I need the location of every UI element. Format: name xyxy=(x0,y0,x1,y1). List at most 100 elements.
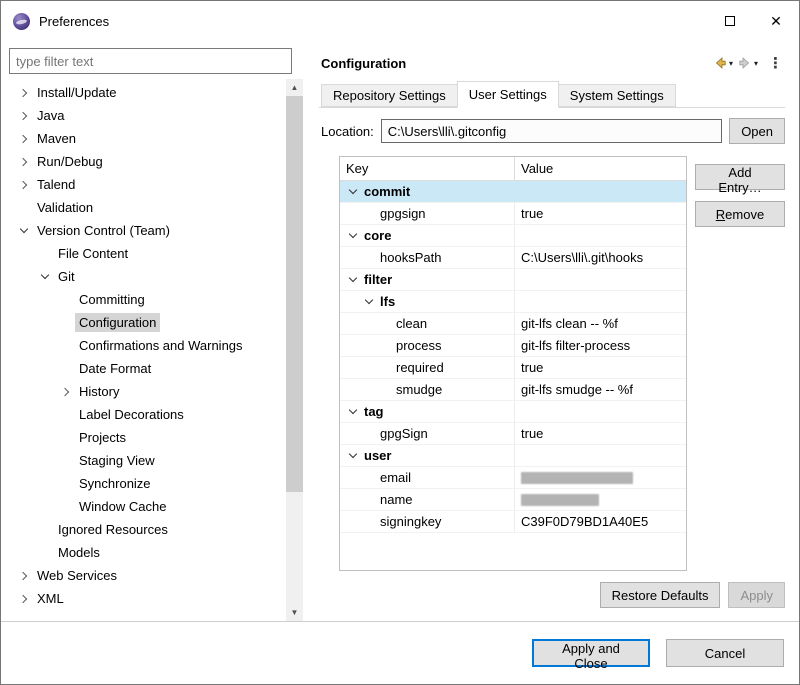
back-dropdown-icon[interactable]: ▾ xyxy=(729,59,733,68)
tree-item-git[interactable]: Git xyxy=(9,265,286,288)
chevron-down-icon[interactable] xyxy=(344,271,362,289)
twisty-spacer xyxy=(57,452,75,470)
tree-item-install-update[interactable]: Install/Update xyxy=(9,81,286,104)
tree-scrollbar[interactable]: ▲ ▼ xyxy=(286,79,303,621)
window-controls: ✕ xyxy=(707,1,799,41)
table-row-name[interactable]: name xyxy=(340,489,686,511)
value-cell: true xyxy=(515,203,686,224)
chevron-down-icon[interactable] xyxy=(344,403,362,421)
maximize-button[interactable] xyxy=(707,1,753,41)
value-cell xyxy=(515,489,686,510)
tree-item-run-debug[interactable]: Run/Debug xyxy=(9,150,286,173)
table-row-gpgsign[interactable]: gpgSigntrue xyxy=(340,423,686,445)
tree-item-label: Models xyxy=(54,543,104,562)
tree-item-version-control-team[interactable]: Version Control (Team) xyxy=(9,219,286,242)
tree-item-staging-view[interactable]: Staging View xyxy=(9,449,286,472)
table-row-email[interactable]: email xyxy=(340,467,686,489)
table-header: Key Value xyxy=(340,157,686,181)
table-row-smudge[interactable]: smudgegit-lfs smudge -- %f xyxy=(340,379,686,401)
tree-item-configuration[interactable]: Configuration xyxy=(9,311,286,334)
chevron-down-icon[interactable] xyxy=(36,268,54,286)
table-row-lfs[interactable]: lfs xyxy=(340,291,686,313)
table-row-filter[interactable]: filter xyxy=(340,269,686,291)
back-button[interactable]: ▾ xyxy=(712,55,733,71)
tree-item-validation[interactable]: Validation xyxy=(9,196,286,219)
table-row-process[interactable]: processgit-lfs filter-process xyxy=(340,335,686,357)
table-row-gpgsign[interactable]: gpgsign true xyxy=(340,203,686,225)
scroll-up-icon[interactable]: ▲ xyxy=(286,79,303,96)
tree-item-committing[interactable]: Committing xyxy=(9,288,286,311)
chevron-right-icon[interactable] xyxy=(15,590,33,608)
apply-and-close-button[interactable]: Apply and Close xyxy=(532,639,650,667)
close-button[interactable]: ✕ xyxy=(753,1,799,41)
redacted-value xyxy=(521,494,599,506)
tree-item-ignored-resources[interactable]: Ignored Resources xyxy=(9,518,286,541)
tree-item-talend[interactable]: Talend xyxy=(9,173,286,196)
tree-item-date-format[interactable]: Date Format xyxy=(9,357,286,380)
tree-item-window-cache[interactable]: Window Cache xyxy=(9,495,286,518)
tree-item-label: Java xyxy=(33,106,68,125)
cancel-button[interactable]: Cancel xyxy=(666,639,784,667)
forward-dropdown-icon[interactable]: ▾ xyxy=(754,59,758,68)
add-entry-button[interactable]: Add Entry… xyxy=(695,164,785,190)
chevron-down-icon[interactable] xyxy=(344,183,362,201)
scrollbar-thumb[interactable] xyxy=(286,96,303,492)
table-row-signingkey[interactable]: signingkeyC39F0D79BD1A40E5 xyxy=(340,511,686,533)
tab-user-settings[interactable]: User Settings xyxy=(457,81,559,108)
chevron-right-icon[interactable] xyxy=(15,84,33,102)
apply-button[interactable]: Apply xyxy=(728,582,785,608)
table-row-required[interactable]: requiredtrue xyxy=(340,357,686,379)
tree-item-history[interactable]: History xyxy=(9,380,286,403)
tab-repository-settings[interactable]: Repository Settings xyxy=(321,84,458,107)
tree-item-maven[interactable]: Maven xyxy=(9,127,286,150)
key-cell: gpgsign xyxy=(378,206,428,221)
dialog-footer: Apply and Close Cancel xyxy=(1,621,799,684)
remove-button[interactable]: Remove xyxy=(695,201,785,227)
open-button[interactable]: Open xyxy=(729,118,785,144)
tree-item-java[interactable]: Java xyxy=(9,104,286,127)
chevron-right-icon[interactable] xyxy=(15,176,33,194)
key-cell: smudge xyxy=(394,382,444,397)
twisty-spacer xyxy=(360,205,378,223)
chevron-down-icon[interactable] xyxy=(344,227,362,245)
splitter[interactable] xyxy=(303,41,311,621)
config-table: Key Value commit gpgsign truecorehooksPath… xyxy=(339,156,687,571)
chevron-down-icon[interactable] xyxy=(344,447,362,465)
chevron-right-icon[interactable] xyxy=(57,383,75,401)
table-row-hookspath[interactable]: hooksPathC:\Users\lli\.git\hooks xyxy=(340,247,686,269)
tree-item-confirmations-and-warnings[interactable]: Confirmations and Warnings xyxy=(9,334,286,357)
chevron-right-icon[interactable] xyxy=(15,107,33,125)
chevron-down-icon[interactable] xyxy=(360,293,378,311)
tree-item-label: Validation xyxy=(33,198,97,217)
column-header-value[interactable]: Value xyxy=(515,157,559,180)
scroll-down-icon[interactable]: ▼ xyxy=(286,604,303,621)
scrollbar-track[interactable] xyxy=(286,96,303,604)
filter-input[interactable] xyxy=(9,48,292,74)
table-row-commit[interactable]: commit xyxy=(340,181,686,203)
table-row-clean[interactable]: cleangit-lfs clean -- %f xyxy=(340,313,686,335)
chevron-right-icon[interactable] xyxy=(15,130,33,148)
chevron-down-icon[interactable] xyxy=(15,222,33,240)
tree-item-file-content[interactable]: File Content xyxy=(9,242,286,265)
forward-button[interactable]: ▾ xyxy=(737,55,758,71)
location-field[interactable] xyxy=(381,119,722,143)
tree-item-label: XML xyxy=(33,589,68,608)
tree-item-xml[interactable]: XML xyxy=(9,587,286,610)
tree-item-projects[interactable]: Projects xyxy=(9,426,286,449)
value-cell: C39F0D79BD1A40E5 xyxy=(515,511,686,532)
table-row-core[interactable]: core xyxy=(340,225,686,247)
value-cell xyxy=(515,401,686,422)
view-menu-icon[interactable]: ⋮ xyxy=(768,56,783,71)
tab-system-settings[interactable]: System Settings xyxy=(558,84,676,107)
twisty-spacer xyxy=(57,429,75,447)
table-row-tag[interactable]: tag xyxy=(340,401,686,423)
tree-item-synchronize[interactable]: Synchronize xyxy=(9,472,286,495)
table-row-user[interactable]: user xyxy=(340,445,686,467)
tree-item-label-decorations[interactable]: Label Decorations xyxy=(9,403,286,426)
tree-item-models[interactable]: Models xyxy=(9,541,286,564)
column-header-key[interactable]: Key xyxy=(340,157,515,180)
chevron-right-icon[interactable] xyxy=(15,153,33,171)
restore-defaults-button[interactable]: Restore Defaults xyxy=(600,582,721,608)
tree-item-web-services[interactable]: Web Services xyxy=(9,564,286,587)
chevron-right-icon[interactable] xyxy=(15,567,33,585)
